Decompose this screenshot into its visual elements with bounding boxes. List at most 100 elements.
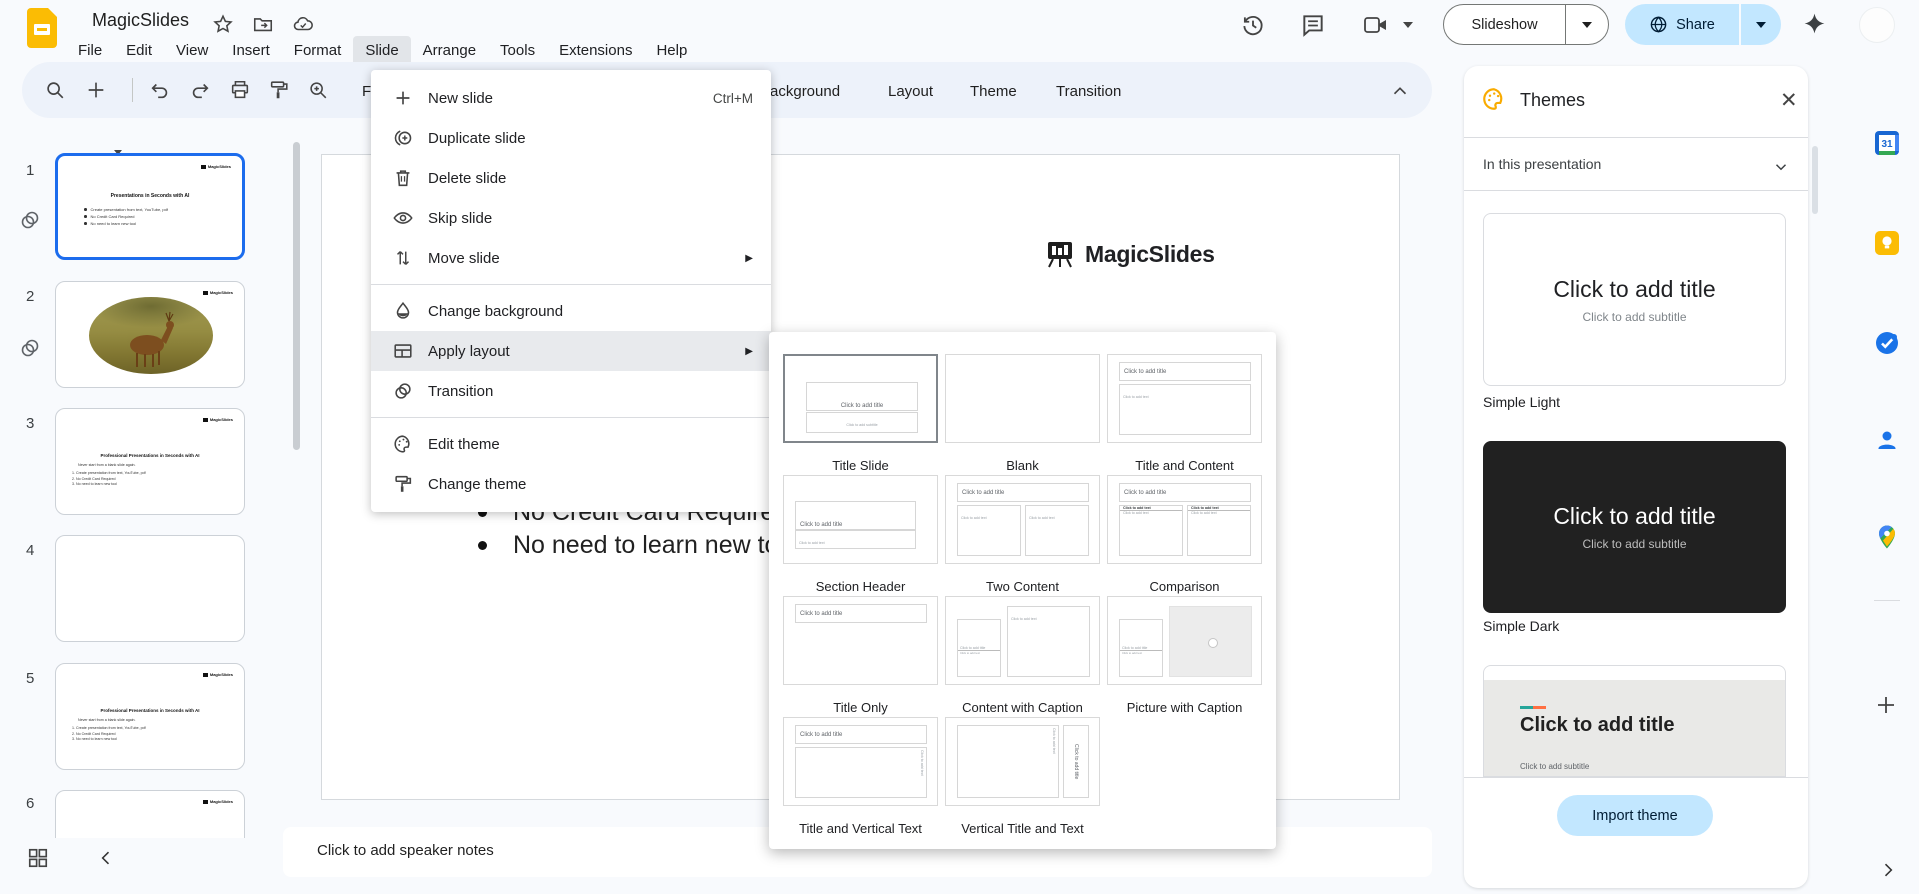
theme-card-simple-dark[interactable]: Click to add title Click to add subtitle bbox=[1483, 441, 1786, 613]
panel-divider bbox=[1464, 777, 1808, 778]
menu-extensions[interactable]: Extensions bbox=[547, 36, 644, 65]
collapse-toolbar-icon[interactable] bbox=[1389, 80, 1411, 102]
deer-photo bbox=[89, 297, 213, 374]
layout-option-comparison[interactable]: Click to add title Click to add text Cli… bbox=[1107, 475, 1262, 564]
layout-option-vertical-title-and-text[interactable]: Click to add text Click to add title bbox=[945, 717, 1100, 806]
print-icon[interactable] bbox=[229, 79, 251, 101]
layout-option-picture-with-caption[interactable]: Click to add title Click to add text bbox=[1107, 596, 1262, 685]
star-icon[interactable] bbox=[212, 13, 234, 35]
grid-view-icon[interactable] bbox=[27, 847, 49, 869]
theme-filter-select[interactable]: In this presentation bbox=[1483, 156, 1601, 172]
move-folder-icon[interactable] bbox=[252, 13, 274, 35]
meet-camera-icon[interactable] bbox=[1363, 13, 1389, 37]
google-calendar-icon[interactable]: 31 bbox=[1874, 130, 1900, 156]
thumb-brand-logo: MagicSlides bbox=[202, 799, 233, 804]
menu-item-move-slide[interactable]: Move slide ▶ bbox=[371, 238, 771, 278]
layout-option-blank[interactable] bbox=[945, 354, 1100, 443]
slideshow-caret-button[interactable] bbox=[1565, 5, 1608, 44]
get-add-ons-plus-icon[interactable] bbox=[1874, 693, 1900, 719]
theme-card-partial[interactable]: Click to add title Click to add subtitle bbox=[1483, 665, 1786, 777]
menu-tools[interactable]: Tools bbox=[488, 36, 547, 65]
menu-file[interactable]: File bbox=[66, 36, 114, 65]
slide-thumbnail-3[interactable]: MagicSlides Professional Presentations i… bbox=[55, 408, 245, 515]
import-theme-button[interactable]: Import theme bbox=[1557, 795, 1713, 836]
menu-item-edit-theme[interactable]: Edit theme bbox=[371, 424, 771, 464]
menu-item-change-theme[interactable]: Change theme bbox=[371, 464, 771, 504]
close-icon[interactable]: ✕ bbox=[1780, 88, 1798, 113]
google-keep-icon[interactable] bbox=[1874, 230, 1900, 256]
camera-caret-icon[interactable] bbox=[1403, 22, 1413, 28]
layout-label: Title Only bbox=[833, 700, 888, 715]
cloud-status-icon[interactable] bbox=[292, 13, 314, 35]
google-maps-icon[interactable] bbox=[1874, 524, 1900, 550]
menu-item-new-slide[interactable]: New slide Ctrl+M bbox=[371, 78, 771, 118]
search-menus-icon[interactable] bbox=[44, 79, 66, 101]
layout-button[interactable]: Layout bbox=[888, 83, 933, 100]
slide-bullet: No need to learn new tool bbox=[478, 531, 798, 560]
layout-option-two-content[interactable]: Click to add title Click to add text Cli… bbox=[945, 475, 1100, 564]
slideshow-button[interactable]: Slideshow bbox=[1444, 17, 1565, 33]
google-tasks-icon[interactable] bbox=[1874, 330, 1900, 356]
layout-option-title-and-content[interactable]: Click to add title Click to add text bbox=[1107, 354, 1262, 443]
slides-logo[interactable] bbox=[27, 8, 57, 48]
menu-arrange[interactable]: Arrange bbox=[411, 36, 488, 65]
thumb-list: 1. Create presentation from text, YouTub… bbox=[72, 726, 146, 741]
layout-option-content-with-caption[interactable]: Click to add title Click to add text Cli… bbox=[945, 596, 1100, 685]
zoom-in-icon[interactable] bbox=[307, 79, 329, 101]
google-contacts-icon[interactable] bbox=[1874, 427, 1900, 453]
theme-card-simple-light[interactable]: Click to add title Click to add subtitle bbox=[1483, 213, 1786, 386]
layout-option-title-and-vertical-text[interactable]: Click to add title Click to add text bbox=[783, 717, 938, 806]
show-side-panel-icon[interactable] bbox=[1878, 860, 1898, 880]
menu-insert[interactable]: Insert bbox=[220, 36, 282, 65]
menu-separator bbox=[371, 417, 771, 418]
menu-item-transition[interactable]: Transition bbox=[371, 371, 771, 411]
theme-button[interactable]: Theme bbox=[970, 83, 1017, 100]
menu-item-duplicate-slide[interactable]: Duplicate slide bbox=[371, 118, 771, 158]
new-slide-plus-icon[interactable] bbox=[85, 79, 107, 101]
layout-label: Two Content bbox=[986, 579, 1059, 594]
menu-item-apply-layout[interactable]: Apply layout ▶ bbox=[371, 331, 771, 371]
avatar[interactable] bbox=[1859, 7, 1895, 43]
slide-thumbnail-1[interactable]: MagicSlides Presentations in Seconds wit… bbox=[55, 153, 245, 260]
panel-divider bbox=[1464, 137, 1808, 138]
collapse-filmstrip-icon[interactable] bbox=[96, 848, 116, 868]
transition-applied-icon[interactable] bbox=[18, 208, 42, 232]
menu-edit[interactable]: Edit bbox=[114, 36, 164, 65]
menu-slide[interactable]: Slide bbox=[353, 36, 411, 65]
apply-layout-submenu: Click to add title Click to add subtitle… bbox=[769, 332, 1276, 849]
undo-icon[interactable] bbox=[149, 79, 171, 101]
menu-help[interactable]: Help bbox=[644, 36, 699, 65]
menu-view[interactable]: View bbox=[164, 36, 220, 65]
share-caret-button[interactable] bbox=[1739, 4, 1781, 45]
filmstrip-scrollbar[interactable] bbox=[293, 142, 300, 450]
accent-dashes bbox=[1520, 706, 1546, 709]
version-history-icon[interactable] bbox=[1240, 12, 1266, 38]
share-button[interactable]: Share bbox=[1625, 15, 1739, 34]
background-button[interactable]: Background bbox=[760, 83, 840, 100]
menu-item-delete-slide[interactable]: Delete slide bbox=[371, 158, 771, 198]
menu-format[interactable]: Format bbox=[282, 36, 354, 65]
menu-item-skip-slide[interactable]: Skip slide bbox=[371, 198, 771, 238]
svg-text:31: 31 bbox=[1881, 139, 1893, 150]
slide-thumbnail-4[interactable] bbox=[55, 535, 245, 642]
redo-icon[interactable] bbox=[189, 79, 211, 101]
trash-icon bbox=[392, 167, 414, 189]
layout-option-title-slide[interactable]: Click to add title Click to add subtitle bbox=[783, 354, 938, 443]
themes-scrollbar[interactable] bbox=[1812, 146, 1818, 214]
slide-thumbnail-2[interactable]: MagicSlides bbox=[55, 281, 245, 388]
slide-thumbnail-6[interactable]: MagicSlides bbox=[55, 790, 245, 838]
paint-format-icon[interactable] bbox=[268, 79, 290, 101]
layout-option-title-only[interactable]: Click to add title bbox=[783, 596, 938, 685]
transition-applied-icon[interactable] bbox=[18, 336, 42, 360]
transition-button[interactable]: Transition bbox=[1056, 83, 1121, 100]
menu-item-change-background[interactable]: Change background bbox=[371, 291, 771, 331]
document-title[interactable]: MagicSlides bbox=[92, 10, 189, 31]
comments-icon[interactable] bbox=[1300, 12, 1326, 38]
layout-option-section-header[interactable]: Click to add title Click to add text bbox=[783, 475, 938, 564]
slide-thumbnail-5[interactable]: MagicSlides Professional Presentations i… bbox=[55, 663, 245, 770]
slide-menu-dropdown: New slide Ctrl+M Duplicate slide Delete … bbox=[371, 70, 771, 512]
chevron-down-icon[interactable] bbox=[1772, 158, 1790, 176]
layout-label: Title and Vertical Text bbox=[799, 821, 922, 836]
duplicate-icon bbox=[392, 127, 414, 149]
gemini-spark-icon[interactable] bbox=[1802, 12, 1827, 37]
